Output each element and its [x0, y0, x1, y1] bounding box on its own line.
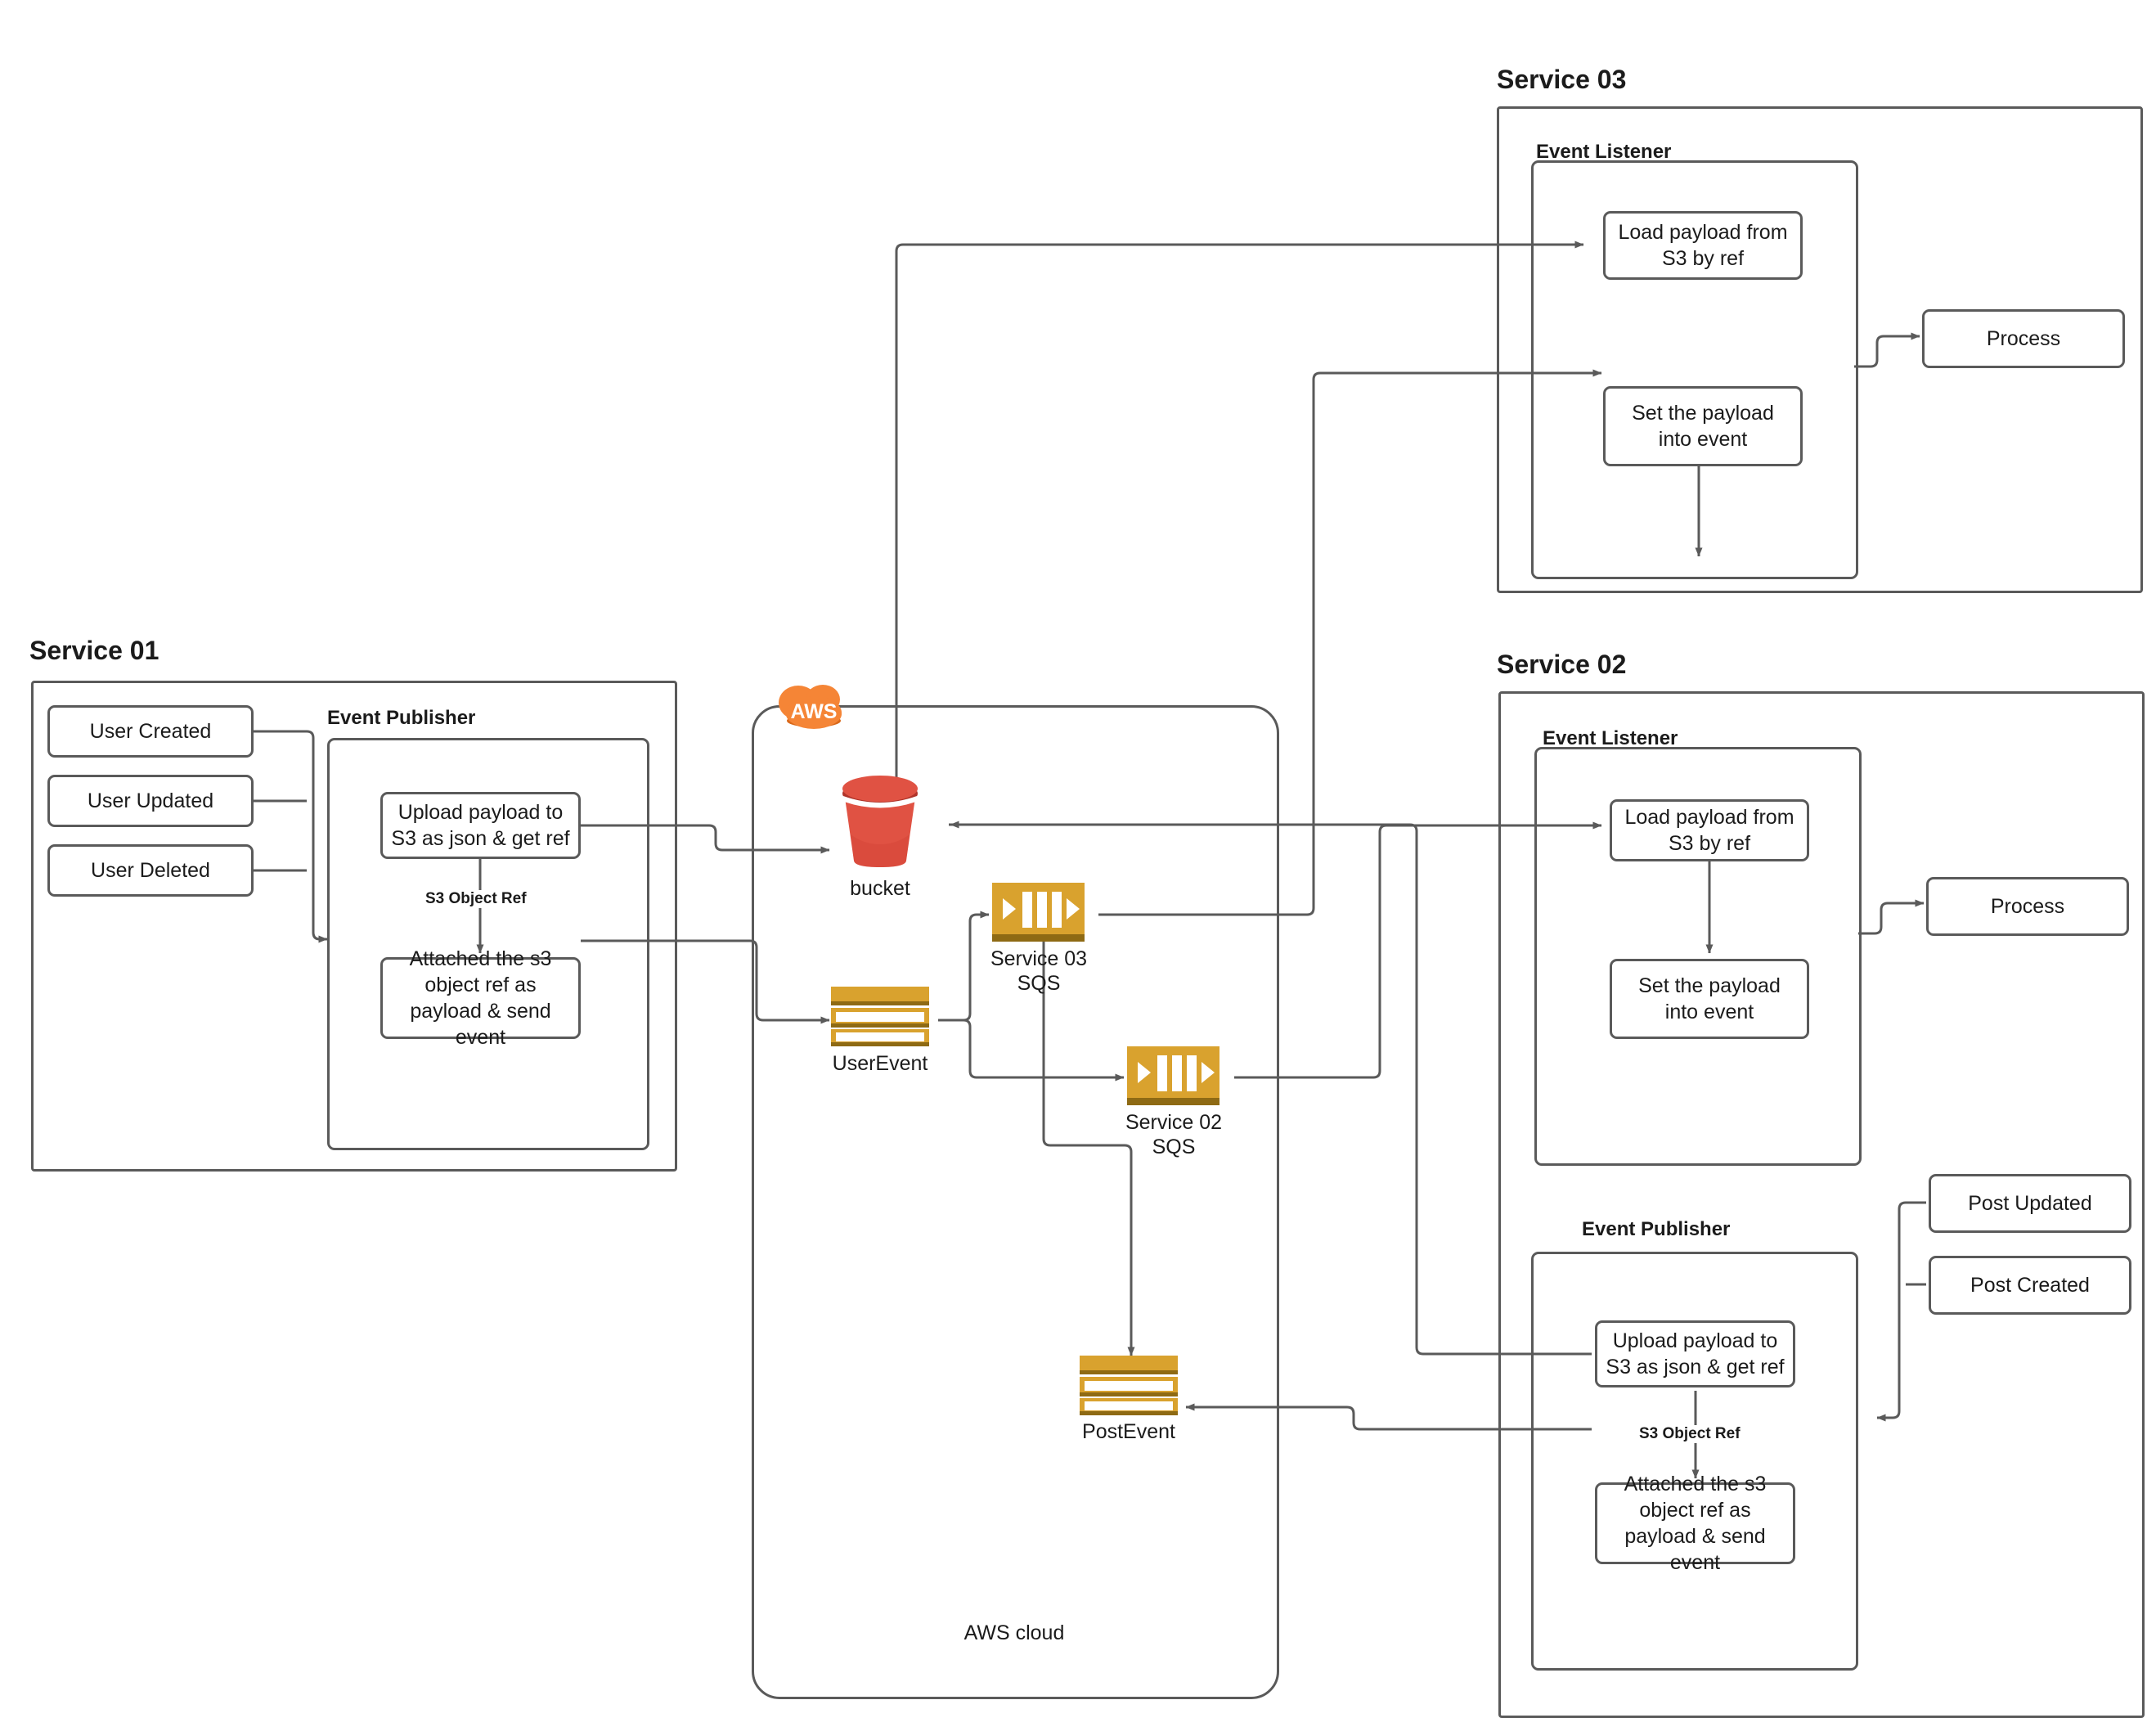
sns-topic-caption-userevent: UserEvent [810, 1052, 950, 1077]
service-02-event-publisher-label: Event Publisher [1582, 1218, 1730, 1241]
s01-s3-object-ref-label: S3 Object Ref [422, 890, 530, 908]
s3-bucket-icon [829, 769, 931, 871]
sqs-queue-caption-service02-line2: SQS [1108, 1136, 1239, 1160]
s03-process-box[interactable]: Process [1922, 309, 2125, 368]
sqs-queue-icon-service03 [991, 882, 1085, 944]
trigger-user-deleted[interactable]: User Deleted [47, 844, 254, 897]
s02-step-attach-ref[interactable]: Attached the s3 object ref as payload & … [1595, 1482, 1795, 1564]
service-03-event-listener-label: Event Listener [1536, 141, 1671, 164]
service-02-title: Service 02 [1497, 650, 1626, 680]
sqs-queue-caption-service02: Service 02 SQS [1108, 1111, 1239, 1159]
sqs-queue-caption-service03-line2: SQS [973, 972, 1104, 996]
s02-process-box[interactable]: Process [1926, 877, 2129, 936]
service-01-title: Service 01 [29, 636, 159, 666]
sns-topic-icon-postevent [1078, 1354, 1179, 1416]
trigger-user-created[interactable]: User Created [47, 705, 254, 758]
trigger-post-created[interactable]: Post Created [1929, 1256, 2131, 1315]
aws-logo-text: AWS [791, 700, 838, 723]
s01-step-upload-payload[interactable]: Upload payload to S3 as json & get ref [380, 792, 581, 859]
sqs-queue-icon-service02 [1126, 1046, 1220, 1108]
s03-step-load-payload[interactable]: Load payload from S3 by ref [1603, 211, 1803, 280]
s02-s3-object-ref-label: S3 Object Ref [1636, 1425, 1744, 1443]
s02-step-upload-payload[interactable]: Upload payload to S3 as json & get ref [1595, 1320, 1795, 1387]
aws-logo-icon: AWS [769, 675, 859, 734]
s3-bucket-caption: bucket [818, 877, 942, 902]
sqs-queue-caption-service03: Service 03 SQS [973, 947, 1104, 996]
connector-layer-top [0, 0, 2156, 1718]
s01-step-attach-ref[interactable]: Attached the s3 object ref as payload & … [380, 957, 581, 1039]
s02-step-load-payload[interactable]: Load payload from S3 by ref [1610, 799, 1809, 861]
s03-step-set-payload[interactable]: Set the payload into event [1603, 386, 1803, 466]
s02-step-set-payload[interactable]: Set the payload into event [1610, 959, 1809, 1039]
sns-topic-caption-postevent: PostEvent [1058, 1420, 1199, 1445]
sqs-queue-caption-service02-line1: Service 02 [1108, 1111, 1239, 1136]
trigger-post-updated[interactable]: Post Updated [1929, 1174, 2131, 1233]
service-01-event-publisher-label: Event Publisher [327, 707, 475, 730]
sns-topic-icon-userevent [829, 985, 931, 1047]
sqs-queue-caption-service03-line1: Service 03 [973, 947, 1104, 972]
service-03-title: Service 03 [1497, 65, 1626, 95]
service-02-event-listener-label: Event Listener [1543, 727, 1678, 750]
aws-cloud-caption: AWS cloud [867, 1621, 1161, 1645]
architecture-diagram-canvas: Service 01 User Created User Updated Use… [0, 0, 2156, 1718]
trigger-user-updated[interactable]: User Updated [47, 775, 254, 827]
